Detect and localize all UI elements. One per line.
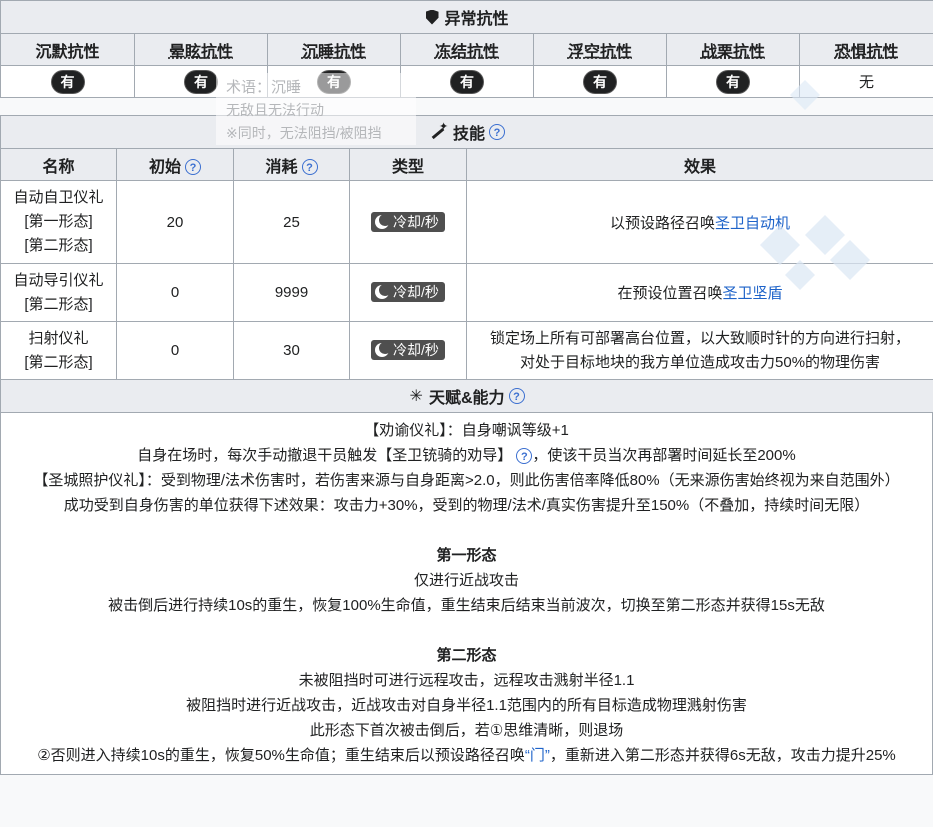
resist-title: 异常抗性	[444, 11, 509, 28]
resist-value-stun: 有	[134, 65, 268, 98]
gate-link[interactable]: “门”	[525, 747, 550, 764]
summon-link-automaton[interactable]: 圣卫自动机	[715, 215, 790, 232]
skill-effect-cell: 以预设路径召唤圣卫自动机	[465, 180, 933, 264]
sparkle-icon: ✳	[409, 388, 423, 405]
status-badge: 有	[185, 70, 217, 93]
talent-line: 此形态下首次被击倒后，若①思维清晰，则退场	[309, 722, 624, 739]
talent-line: 【劝谕仪礼】：自身嘲讽等级+1	[364, 422, 569, 439]
skills-title: 技能	[453, 126, 486, 143]
talent-line: ②否则进入持续10s的重生，恢复50%生命值；重生结束后以预设路径召唤“门”，重…	[37, 747, 896, 764]
skill-type-cell: 冷却/秒	[349, 321, 467, 380]
resist-value-tremble: 有	[666, 65, 800, 98]
talent-line: 被阻挡时进行近战攻击，近战攻击对自身半径1.1范围内的所有目标造成物理溅射伤害	[186, 697, 747, 714]
form1-title: 第一形态	[436, 547, 497, 564]
resist-value-levitate: 有	[533, 65, 667, 98]
status-badge: 有	[584, 70, 616, 93]
question-circle-icon[interactable]: ?	[301, 159, 318, 176]
shield-icon	[425, 9, 439, 25]
skill-initial-cell: 0	[116, 263, 234, 322]
talent-section-header: ✳ 天赋&能力?	[0, 379, 933, 413]
status-badge: 有	[51, 70, 84, 93]
skill-name-cell: 自动自卫仪礼 [第一形态] [第二形态]	[0, 180, 117, 264]
summon-link-shield[interactable]: 圣卫坚盾	[723, 285, 783, 302]
question-circle-icon[interactable]: ?	[516, 448, 533, 465]
page: 异常抗性 沉默抗性 晕眩抗性 沉睡抗性 冻结抗性 浮空抗性 战栗抗性 恐惧抗性 …	[0, 0, 933, 775]
resist-section-header: 异常抗性	[0, 0, 933, 34]
skills-section-header: 技能?	[0, 115, 933, 149]
skill-initial-cell: 20	[116, 180, 234, 264]
cooldown-tag: 冷却/秒	[371, 340, 445, 360]
talent-line: 自身在场时，每次手动撤退干员触发【圣卫铳骑的劝导】? ，使该干员当次再部署时间延长…	[137, 447, 796, 465]
moon-icon	[375, 284, 392, 299]
skills-header-name: 名称	[0, 148, 117, 181]
skills-header-cost: 消耗?	[233, 148, 350, 181]
question-circle-icon[interactable]: ?	[185, 159, 201, 176]
resist-none-text: 无	[859, 74, 875, 91]
skills-header-type: 类型	[349, 148, 467, 181]
question-circle-icon[interactable]: ?	[489, 124, 506, 140]
form2-title: 第二形态	[436, 647, 497, 664]
talent-line: 仅进行近战攻击	[413, 572, 519, 589]
status-badge: 有	[451, 70, 483, 93]
resist-header-sleep[interactable]: 沉睡抗性	[267, 33, 401, 66]
resist-header-fear[interactable]: 恐惧抗性	[798, 33, 933, 66]
moon-icon	[375, 342, 392, 357]
skill-effect-cell: 锁定场上所有可部署高台位置，以大致顺时针的方向进行扫射， 对处于目标地块的我方单…	[465, 321, 933, 380]
resist-header-stun[interactable]: 晕眩抗性	[134, 33, 268, 66]
resist-header-silence[interactable]: 沉默抗性	[0, 33, 135, 66]
talent-title: 天赋&能力	[428, 390, 505, 407]
question-circle-icon[interactable]: ?	[508, 388, 525, 404]
skill-cost-cell: 25	[233, 180, 350, 264]
status-badge: 有	[717, 70, 749, 93]
resist-value-fear: 无	[798, 65, 933, 98]
skill-name-cell: 扫射仪礼 [第二形态]	[0, 321, 117, 380]
cooldown-tag: 冷却/秒	[371, 282, 445, 302]
skill-cost-cell: 9999	[233, 263, 350, 322]
cooldown-tag: 冷却/秒	[371, 211, 445, 232]
status-badge: 有	[318, 70, 350, 93]
moon-icon	[375, 213, 392, 229]
talent-line: 成功受到自身伤害的单位获得下述效果：攻击力+30%，受到的物理/法术/真实伤害提…	[63, 497, 870, 514]
skill-effect-cell: 在预设位置召唤圣卫坚盾	[465, 263, 933, 322]
table-row: 扫射仪礼 [第二形态] 0 30 冷却/秒 锁定场上所有可部署高台位置，以大致顺…	[0, 321, 933, 380]
table-row: 自动导引仪礼 [第二形态] 0 9999 冷却/秒 在预设位置召唤圣卫坚盾	[0, 263, 933, 322]
skills-header-initial: 初始?	[116, 148, 234, 181]
resist-value-sleep: 有	[267, 65, 401, 98]
skills-header-effect: 效果	[465, 148, 933, 181]
talent-line: 被击倒后进行持续10s的重生，恢复100%生命值，重生结束后结束当前波次，切换至…	[108, 597, 825, 614]
resist-header-levitate[interactable]: 浮空抗性	[533, 33, 667, 66]
talent-line: 【圣城照护仪礼】：受到物理/法术伤害时，若伤害来源与自身距离>2.0，则此伤害倍…	[33, 472, 900, 489]
resist-value-silence: 有	[0, 65, 135, 98]
skill-type-cell: 冷却/秒	[349, 263, 467, 322]
skills-table: 技能? 名称 初始? 消耗? 类型 效果 自动自卫仪礼 [第一形态] [第二形态…	[0, 115, 933, 413]
table-row: 自动自卫仪礼 [第一形态] [第二形态] 20 25 冷却/秒 以预设路径召唤圣…	[0, 180, 933, 264]
talent-body: 【劝谕仪礼】：自身嘲讽等级+1 自身在场时，每次手动撤退干员触发【圣卫铳骑的劝导…	[0, 413, 933, 775]
magic-wand-icon	[429, 120, 448, 140]
talent-line: 未被阻挡时可进行远程攻击，远程攻击溅射半径1.1	[298, 672, 635, 689]
skill-cost-cell: 30	[233, 321, 350, 380]
resist-header-tremble[interactable]: 战栗抗性	[666, 33, 800, 66]
skill-name-cell: 自动导引仪礼 [第二形态]	[0, 263, 117, 322]
skill-initial-cell: 0	[116, 321, 234, 380]
resist-table: 异常抗性 沉默抗性 晕眩抗性 沉睡抗性 冻结抗性 浮空抗性 战栗抗性 恐惧抗性 …	[0, 0, 933, 98]
skill-type-cell: 冷却/秒	[349, 180, 467, 264]
resist-header-freeze[interactable]: 冻结抗性	[400, 33, 534, 66]
resist-value-freeze: 有	[400, 65, 534, 98]
